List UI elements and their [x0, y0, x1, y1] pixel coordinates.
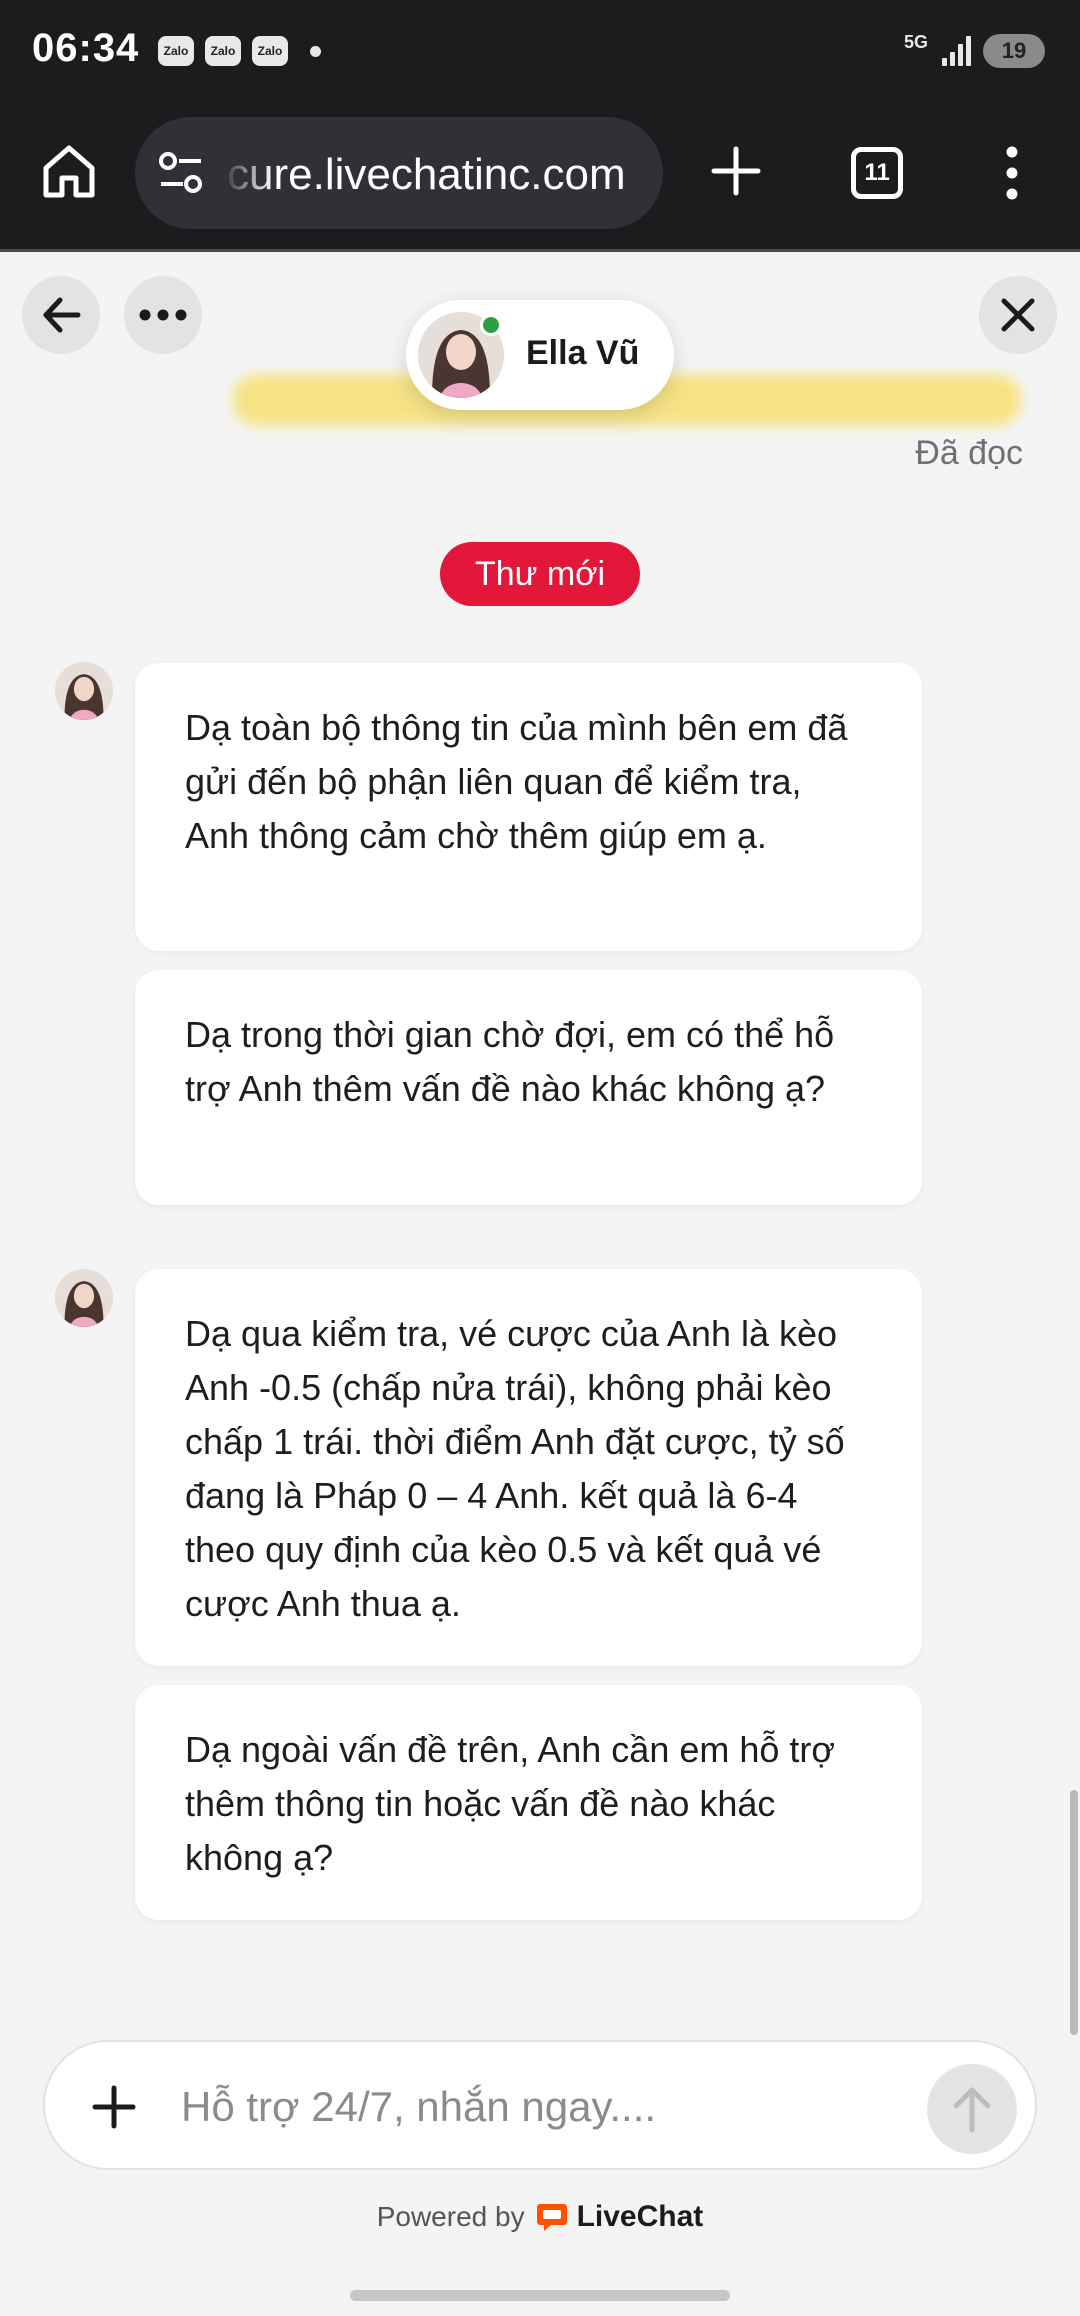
agent-info[interactable]: Ella Vũ [406, 300, 674, 410]
online-status-dot [480, 314, 502, 336]
zalo-notification-icon: Zalo [205, 36, 241, 66]
more-notifications-dot [310, 46, 321, 57]
new-tab-icon[interactable] [705, 140, 767, 202]
read-receipt: Đã đọc [915, 434, 1023, 472]
livechat-logo-icon [536, 2204, 567, 2231]
powered-by-label: Powered by [376, 2201, 525, 2232]
message-text: Dạ toàn bộ thông tin của mình bên em đã … [185, 707, 848, 856]
home-icon[interactable] [38, 140, 100, 202]
address-bar[interactable]: cure.livechatinc.com [135, 117, 663, 229]
agent-name: Ella Vũ [526, 334, 640, 372]
message-bubble: Dạ trong thời gian chờ đợi, em có thể hỗ… [135, 970, 922, 1205]
new-messages-badge: Thư mới [440, 542, 640, 606]
message-input[interactable] [181, 2072, 821, 2142]
message-text: Dạ trong thời gian chờ đợi, em có thể hỗ… [185, 1014, 835, 1109]
site-settings-icon[interactable] [157, 151, 205, 195]
message-bubble: Dạ qua kiểm tra, vé cược của Anh là kèo … [135, 1269, 922, 1666]
close-chat-button[interactable] [979, 276, 1057, 354]
chat-scrollbar[interactable] [1070, 1790, 1078, 2035]
powered-by-footer[interactable]: Powered by LiveChat [0, 2200, 1080, 2234]
arrow-up-icon [953, 2087, 991, 2133]
message-avatar [55, 662, 113, 720]
message-avatar [55, 1269, 113, 1327]
signal-icon [942, 34, 972, 66]
more-menu-icon[interactable] [990, 142, 1034, 204]
livechat-brand: LiveChat [576, 2200, 704, 2233]
tab-switcher-button[interactable]: 11 [851, 147, 903, 199]
message-bubble: Dạ ngoài vấn đề trên, Anh cần em hỗ trợ … [135, 1685, 922, 1920]
status-bar: 06:34 Zalo Zalo Zalo 5G 19 [0, 0, 1080, 100]
battery-indicator: 19 [983, 34, 1045, 68]
ellipsis-icon [139, 309, 187, 321]
arrow-left-icon [43, 297, 81, 333]
options-button[interactable] [124, 276, 202, 354]
status-time: 06:34 [32, 26, 140, 70]
back-button[interactable] [22, 276, 100, 354]
message-composer [43, 2040, 1037, 2170]
browser-toolbar: cure.livechatinc.com 11 [0, 100, 1080, 252]
message-text: Dạ qua kiểm tra, vé cược của Anh là kèo … [185, 1313, 845, 1624]
url-text[interactable]: cure.livechatinc.com [227, 150, 626, 200]
url-fade [223, 117, 273, 229]
message-bubble: Dạ toàn bộ thông tin của mình bên em đã … [135, 663, 922, 951]
gesture-handle[interactable] [350, 2290, 730, 2301]
network-type: 5G [904, 32, 929, 52]
message-text: Dạ ngoài vấn đề trên, Anh cần em hỗ trợ … [185, 1729, 836, 1878]
zalo-notification-icon: Zalo [252, 36, 288, 66]
livechat-logo[interactable]: LiveChat [535, 2200, 704, 2234]
zalo-notification-icon: Zalo [158, 36, 194, 66]
close-icon [1001, 298, 1035, 332]
add-attachment-icon[interactable] [75, 2068, 153, 2146]
send-button[interactable] [927, 2064, 1017, 2154]
